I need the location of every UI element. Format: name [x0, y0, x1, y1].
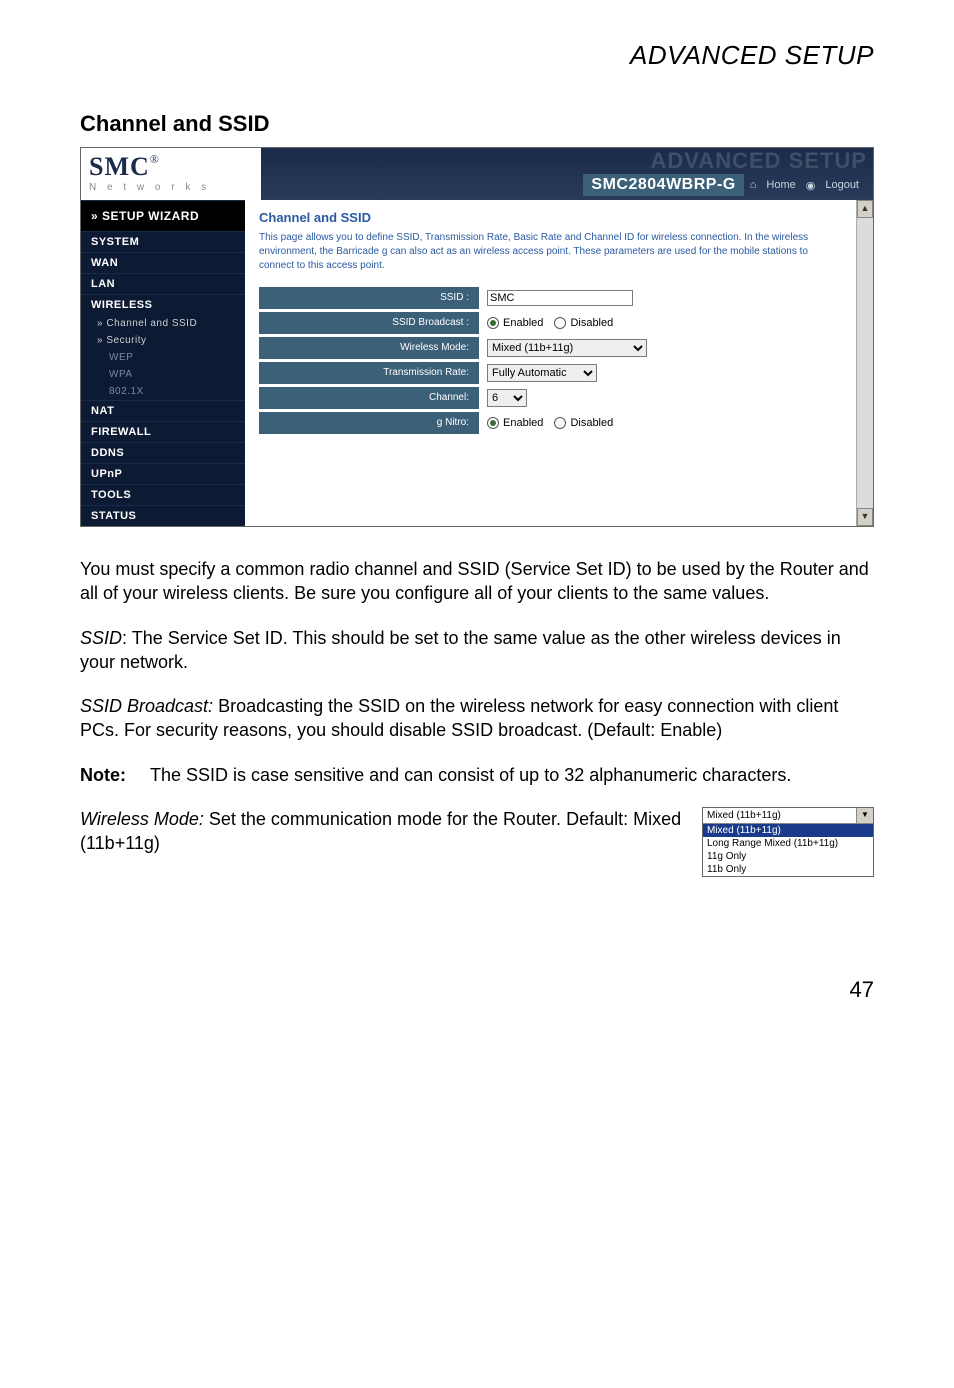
dd-option-list: Mixed (11b+11g) Long Range Mixed (11b+11… — [703, 824, 873, 876]
sidebar-tools[interactable]: TOOLS — [81, 484, 245, 505]
sidebar-firewall[interactable]: FIREWALL — [81, 421, 245, 442]
ssid-input[interactable] — [487, 290, 633, 306]
sidebar-nat[interactable]: NAT — [81, 400, 245, 421]
channel-select[interactable]: 6 — [487, 389, 527, 407]
dd-current: Mixed (11b+11g) — [703, 808, 856, 823]
header-ghost-title: ADVANCED SETUP — [650, 148, 867, 174]
settings-form: SSID : SSID Broadcast : Enabled Disabled… — [259, 287, 842, 434]
sidebar-status[interactable]: STATUS — [81, 505, 245, 526]
gnitro-enabled-radio[interactable] — [487, 417, 499, 429]
wireless-mode-dropdown-figure: Mixed (11b+11g) ▼ Mixed (11b+11g) Long R… — [702, 807, 874, 877]
gnitro-label: g Nitro: — [259, 412, 479, 434]
brand-text: SMC — [89, 152, 150, 181]
paragraph-intro: You must specify a common radio channel … — [80, 557, 874, 606]
sidebar: » SETUP WIZARD SYSTEM WAN LAN WIRELESS »… — [81, 200, 245, 526]
model-label: SMC2804WBRP-G — [583, 174, 743, 196]
ssidb-disabled-radio[interactable] — [554, 317, 566, 329]
sidebar-system[interactable]: SYSTEM — [81, 231, 245, 252]
dd-option[interactable]: 11b Only — [703, 863, 873, 876]
enabled-text: Enabled — [503, 316, 543, 330]
header-banner: ADVANCED SETUP SMC2804WBRP-G ⌂ Home ◉ Lo… — [261, 148, 873, 200]
brand-reg: ® — [150, 152, 159, 166]
channel-label: Channel: — [259, 387, 479, 409]
note-block: Note: The SSID is case sensitive and can… — [80, 763, 874, 787]
logout-icon: ◉ — [806, 179, 816, 192]
disabled-text: Disabled — [570, 316, 613, 330]
paragraph-ssid: SSID: The Service Set ID. This should be… — [80, 626, 874, 675]
sidebar-wpa[interactable]: WPA — [81, 366, 245, 383]
sidebar-wireless[interactable]: WIRELESS — [81, 294, 245, 315]
note-label: Note: — [80, 763, 140, 787]
ssid-label: SSID : — [259, 287, 479, 309]
section-title: Channel and SSID — [80, 111, 874, 137]
page-number: 47 — [80, 977, 874, 1003]
dd-option[interactable]: 11g Only — [703, 850, 873, 863]
logout-link[interactable]: Logout — [821, 179, 863, 191]
logo-area: SMC® N e t w o r k s — [81, 148, 261, 200]
paragraph-wireless-mode: Wireless Mode: Set the communication mod… — [80, 807, 682, 856]
sidebar-upnp[interactable]: UPnP — [81, 463, 245, 484]
sidebar-wep[interactable]: WEP — [81, 349, 245, 366]
scrollbar[interactable]: ▲ ▼ — [856, 200, 873, 526]
sidebar-wan[interactable]: WAN — [81, 252, 245, 273]
transmission-rate-label: Transmission Rate: — [259, 362, 479, 384]
sidebar-security[interactable]: » Security — [81, 332, 245, 349]
home-icon: ⌂ — [750, 179, 757, 191]
dd-option[interactable]: Long Range Mixed (11b+11g) — [703, 837, 873, 850]
wireless-mode-select[interactable]: Mixed (11b+11g) — [487, 339, 647, 357]
gnitro-disabled-radio[interactable] — [554, 417, 566, 429]
brand-sub: N e t w o r k s — [89, 182, 253, 193]
wireless-mode-label: Wireless Mode: — [259, 337, 479, 359]
sidebar-channel-ssid[interactable]: » Channel and SSID — [81, 315, 245, 332]
gnitro-disabled-text: Disabled — [570, 416, 613, 430]
page-header: ADVANCED SETUP — [80, 40, 874, 71]
transmission-rate-select[interactable]: Fully Automatic — [487, 364, 597, 382]
ssidb-enabled-radio[interactable] — [487, 317, 499, 329]
panel-description: This page allows you to define SSID, Tra… — [259, 231, 842, 273]
ssid-broadcast-label: SSID Broadcast : — [259, 312, 479, 334]
main-panel: Channel and SSID This page allows you to… — [245, 200, 856, 526]
gnitro-enabled-text: Enabled — [503, 416, 543, 430]
sidebar-ddns[interactable]: DDNS — [81, 442, 245, 463]
panel-title: Channel and SSID — [259, 210, 842, 225]
home-link[interactable]: Home — [762, 179, 799, 191]
scroll-down-icon[interactable]: ▼ — [857, 508, 873, 526]
sidebar-lan[interactable]: LAN — [81, 273, 245, 294]
sidebar-8021x[interactable]: 802.1X — [81, 383, 245, 400]
note-text: The SSID is case sensitive and can consi… — [150, 763, 791, 787]
chevron-down-icon[interactable]: ▼ — [856, 808, 873, 823]
paragraph-ssid-broadcast: SSID Broadcast: Broadcasting the SSID on… — [80, 694, 874, 743]
dd-option[interactable]: Mixed (11b+11g) — [703, 824, 873, 837]
router-screenshot: SMC® N e t w o r k s ADVANCED SETUP SMC2… — [80, 147, 874, 527]
scroll-up-icon[interactable]: ▲ — [857, 200, 873, 218]
sidebar-setup-wizard[interactable]: » SETUP WIZARD — [81, 200, 245, 231]
